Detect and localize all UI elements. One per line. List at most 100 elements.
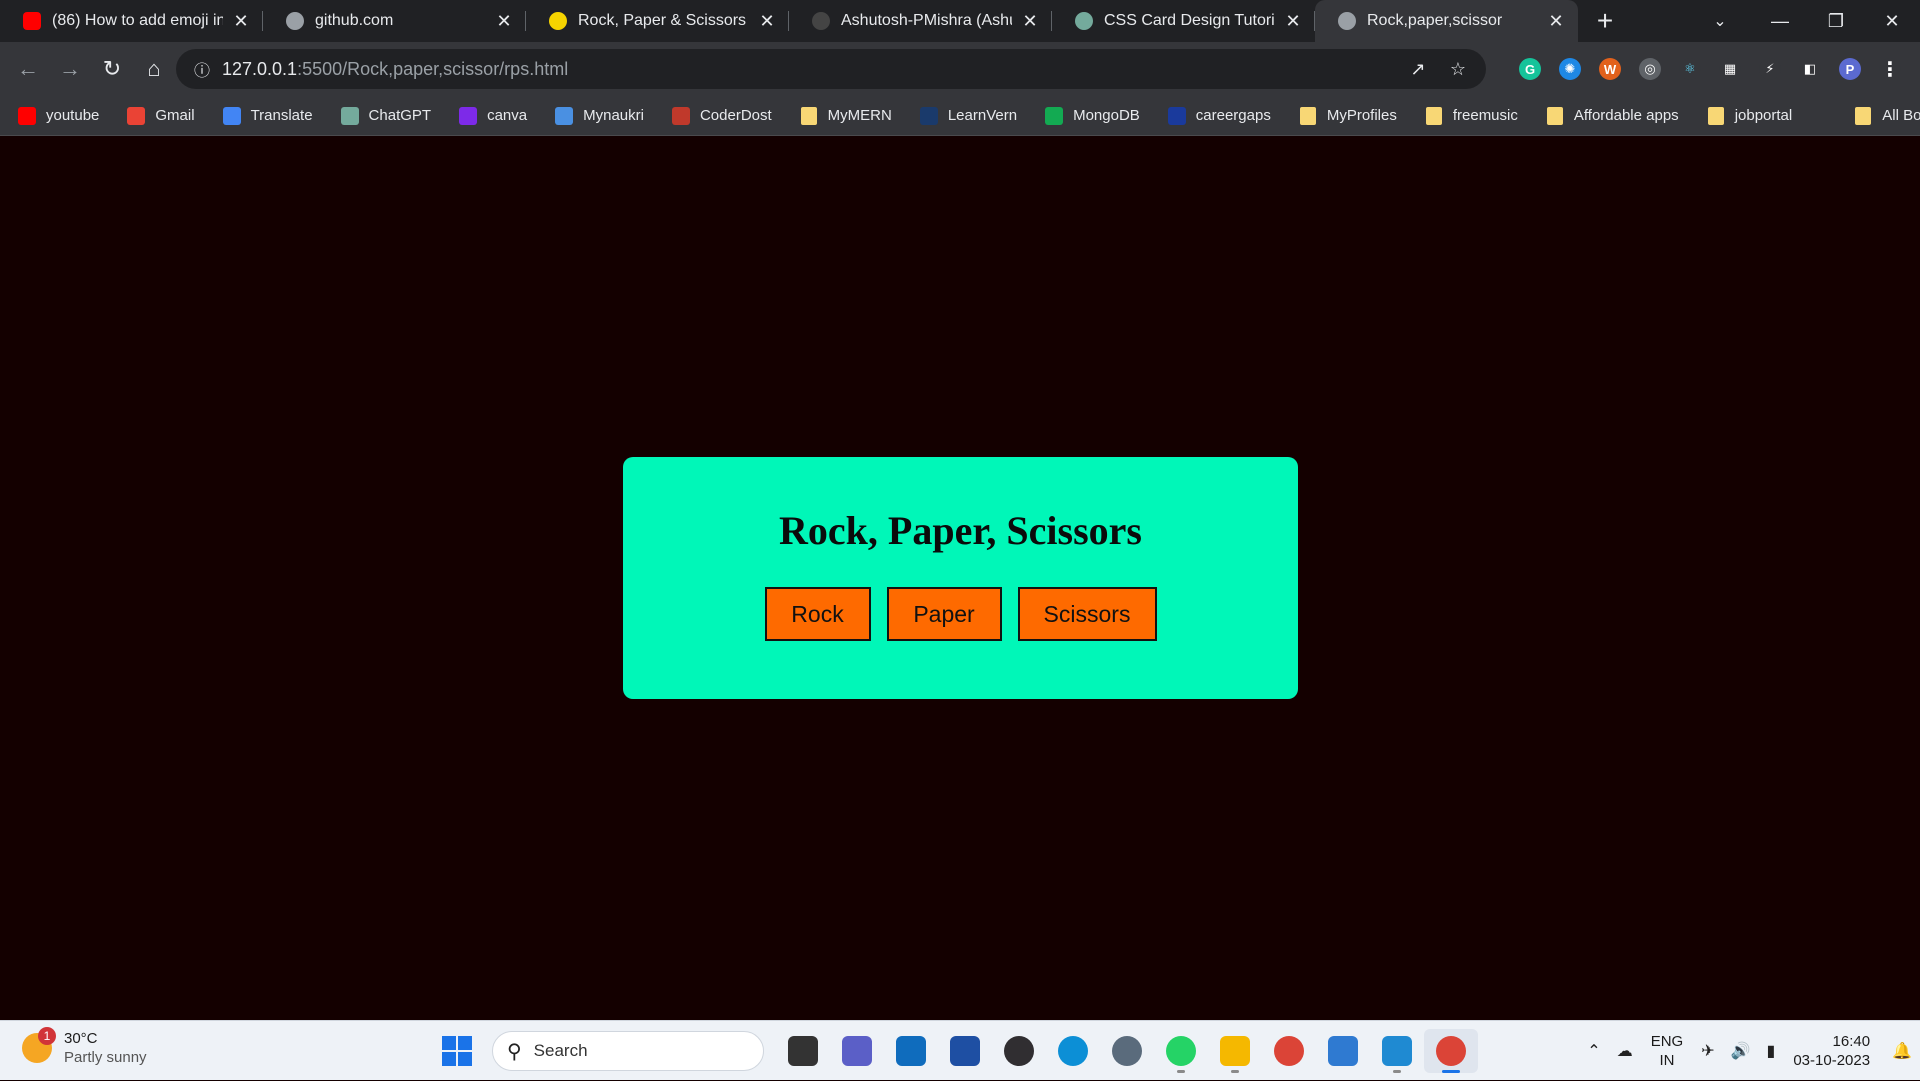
- reload-button[interactable]: ↻: [92, 49, 132, 89]
- bookmark-item[interactable]: LearnVern: [902, 100, 1027, 132]
- back-button[interactable]: ←: [8, 49, 48, 89]
- minimize-button[interactable]: —: [1752, 0, 1808, 42]
- tab-close-icon[interactable]: ✕: [1020, 11, 1040, 31]
- obs-icon[interactable]: [992, 1029, 1046, 1073]
- airplane-icon[interactable]: ✈: [1693, 1041, 1722, 1061]
- browser-tab[interactable]: CSS Card Design Tutorial ✕: [1052, 0, 1315, 42]
- system-tray: ⌃ ☁ ENG IN ✈ 🔊 ▮ 16:40 03-10-2023 🔔: [1579, 1021, 1920, 1081]
- paper-button[interactable]: Paper: [886, 587, 1002, 641]
- chatgpt-icon: [1074, 11, 1094, 31]
- home-button[interactable]: ⌂: [134, 49, 174, 89]
- search-icon: ⚲: [507, 1040, 522, 1063]
- bookmark-item[interactable]: freemusic: [1407, 100, 1528, 132]
- battery-icon[interactable]: ▮: [1759, 1041, 1784, 1061]
- file-explorer-icon[interactable]: [1208, 1029, 1262, 1073]
- bookmarks-bar: youtube Gmail Translate ChatGPT canva Mynaukr…: [0, 96, 1920, 136]
- search-placeholder: Search: [533, 1041, 588, 1060]
- tab-close-icon[interactable]: ✕: [494, 11, 514, 31]
- start-windows-icon[interactable]: [442, 1036, 472, 1066]
- tab-search-icon[interactable]: ⌄: [1700, 0, 1740, 42]
- bookmark-item[interactable]: Gmail: [109, 100, 204, 132]
- all-bookmarks-button[interactable]: All Bookmarks: [1836, 100, 1920, 132]
- onedrive-cloud-icon[interactable]: ☁: [1609, 1041, 1641, 1061]
- extension-blue-icon[interactable]: ✺: [1550, 49, 1590, 89]
- share-icon[interactable]: ↗: [1398, 59, 1438, 80]
- bookmark-item[interactable]: CoderDost: [654, 100, 782, 132]
- bookmark-item[interactable]: careergaps: [1150, 100, 1281, 132]
- tab-close-icon[interactable]: ✕: [231, 11, 251, 31]
- folder-icon: [1425, 106, 1443, 125]
- tab-close-icon[interactable]: ✕: [1546, 11, 1566, 31]
- bookmark-item[interactable]: MyProfiles: [1281, 100, 1407, 132]
- bookmark-item[interactable]: jobportal: [1689, 100, 1803, 132]
- vscode-icon[interactable]: [1370, 1029, 1424, 1073]
- tab-title: (86) How to add emoji in w: [52, 12, 223, 29]
- new-tab-button[interactable]: +: [1584, 0, 1626, 42]
- bookmark-item[interactable]: canva: [441, 100, 537, 132]
- mail-icon[interactable]: [884, 1029, 938, 1073]
- taskbar-search[interactable]: ⚲ Search: [492, 1031, 764, 1071]
- bookmark-item[interactable]: youtube: [0, 100, 109, 132]
- bookmark-item[interactable]: Translate: [205, 100, 323, 132]
- bookmark-item[interactable]: ChatGPT: [323, 100, 442, 132]
- chrome-profile-icon[interactable]: [1424, 1029, 1478, 1073]
- notification-bell-icon[interactable]: 🔔: [1884, 1041, 1920, 1061]
- browser-tab[interactable]: Rock,paper,scissor ✕: [1315, 0, 1578, 42]
- bookmark-item[interactable]: MongoDB: [1027, 100, 1150, 132]
- folder-icon: [1299, 106, 1317, 125]
- choice-buttons: Rock Paper Scissors: [623, 587, 1298, 641]
- weather-condition: Partly sunny: [64, 1049, 147, 1066]
- extensions-puzzle-icon[interactable]: ▦: [1710, 49, 1750, 89]
- target-icon[interactable]: ◎: [1630, 49, 1670, 89]
- browser-tab[interactable]: Ashutosh-PMishra (Ashuto ✕: [789, 0, 1052, 42]
- volume-icon[interactable]: 🔊: [1723, 1041, 1759, 1061]
- bookmark-item[interactable]: Affordable apps: [1528, 100, 1689, 132]
- tab-title: Rock, Paper & Scissors | @1: [578, 12, 749, 29]
- chrome-icon[interactable]: [1262, 1029, 1316, 1073]
- whatsapp-icon[interactable]: [1154, 1029, 1208, 1073]
- site-info-icon[interactable]: ⓘ: [182, 57, 222, 81]
- grammarly-icon[interactable]: G: [1510, 49, 1550, 89]
- language-indicator[interactable]: ENG IN: [1641, 1032, 1694, 1070]
- performance-icon[interactable]: ⚡: [1750, 49, 1790, 89]
- side-panel-icon[interactable]: ◧: [1790, 49, 1830, 89]
- menu-kebab-icon[interactable]: ⋮: [1870, 49, 1910, 89]
- bookmark-star-icon[interactable]: ☆: [1438, 59, 1478, 80]
- bookmark-label: CoderDost: [699, 107, 772, 124]
- weather-widget[interactable]: 1 30°C Partly sunny: [22, 1027, 147, 1067]
- forward-button[interactable]: →: [50, 49, 90, 89]
- tab-close-icon[interactable]: ✕: [757, 11, 777, 31]
- rock-button[interactable]: Rock: [764, 587, 871, 641]
- bookmark-item[interactable]: MyMERN: [782, 100, 902, 132]
- scissors-button[interactable]: Scissors: [1017, 587, 1157, 641]
- wordpress-icon[interactable]: W: [1590, 49, 1630, 89]
- teams-chat-icon[interactable]: [830, 1029, 884, 1073]
- url-text[interactable]: 127.0.0.1:5500/Rock,paper,scissor/rps.ht…: [222, 59, 568, 80]
- task-view-icon[interactable]: [776, 1029, 830, 1073]
- browser-tab[interactable]: (86) How to add emoji in w ✕: [0, 0, 263, 42]
- clock-date: 03-10-2023: [1793, 1052, 1871, 1069]
- notepad-icon[interactable]: [1316, 1029, 1370, 1073]
- bookmark-label: Affordable apps: [1573, 107, 1679, 124]
- browser-tab[interactable]: github.com ✕: [263, 0, 526, 42]
- address-bar[interactable]: ⓘ 127.0.0.1:5500/Rock,paper,scissor/rps.…: [176, 49, 1486, 89]
- close-window-button[interactable]: ✕: [1864, 0, 1920, 42]
- bookmark-label: LearnVern: [947, 107, 1018, 124]
- show-hidden-icons-icon[interactable]: ⌃: [1579, 1041, 1608, 1061]
- profile-avatar[interactable]: P: [1830, 49, 1870, 89]
- edge-icon[interactable]: [1046, 1029, 1100, 1073]
- bookmark-label: MongoDB: [1073, 107, 1140, 124]
- browser-tab[interactable]: Rock, Paper & Scissors | @1 ✕: [526, 0, 789, 42]
- clock[interactable]: 16:40 03-10-2023: [1783, 1032, 1884, 1070]
- youtube-icon: [22, 11, 42, 31]
- settings-icon[interactable]: [1100, 1029, 1154, 1073]
- extensions-row: G ✺ W ◎ ⚛ ▦ ⚡ ◧ P ⋮: [1510, 49, 1910, 89]
- tab-close-icon[interactable]: ✕: [1283, 11, 1303, 31]
- store-icon[interactable]: [938, 1029, 992, 1073]
- restore-button[interactable]: ❐: [1808, 0, 1864, 42]
- careergaps-icon: [1167, 106, 1186, 125]
- react-devtools-icon[interactable]: ⚛: [1670, 49, 1710, 89]
- folder-icon: [800, 106, 818, 125]
- bookmark-item[interactable]: Mynaukri: [537, 100, 654, 132]
- youtube-icon: [18, 106, 36, 125]
